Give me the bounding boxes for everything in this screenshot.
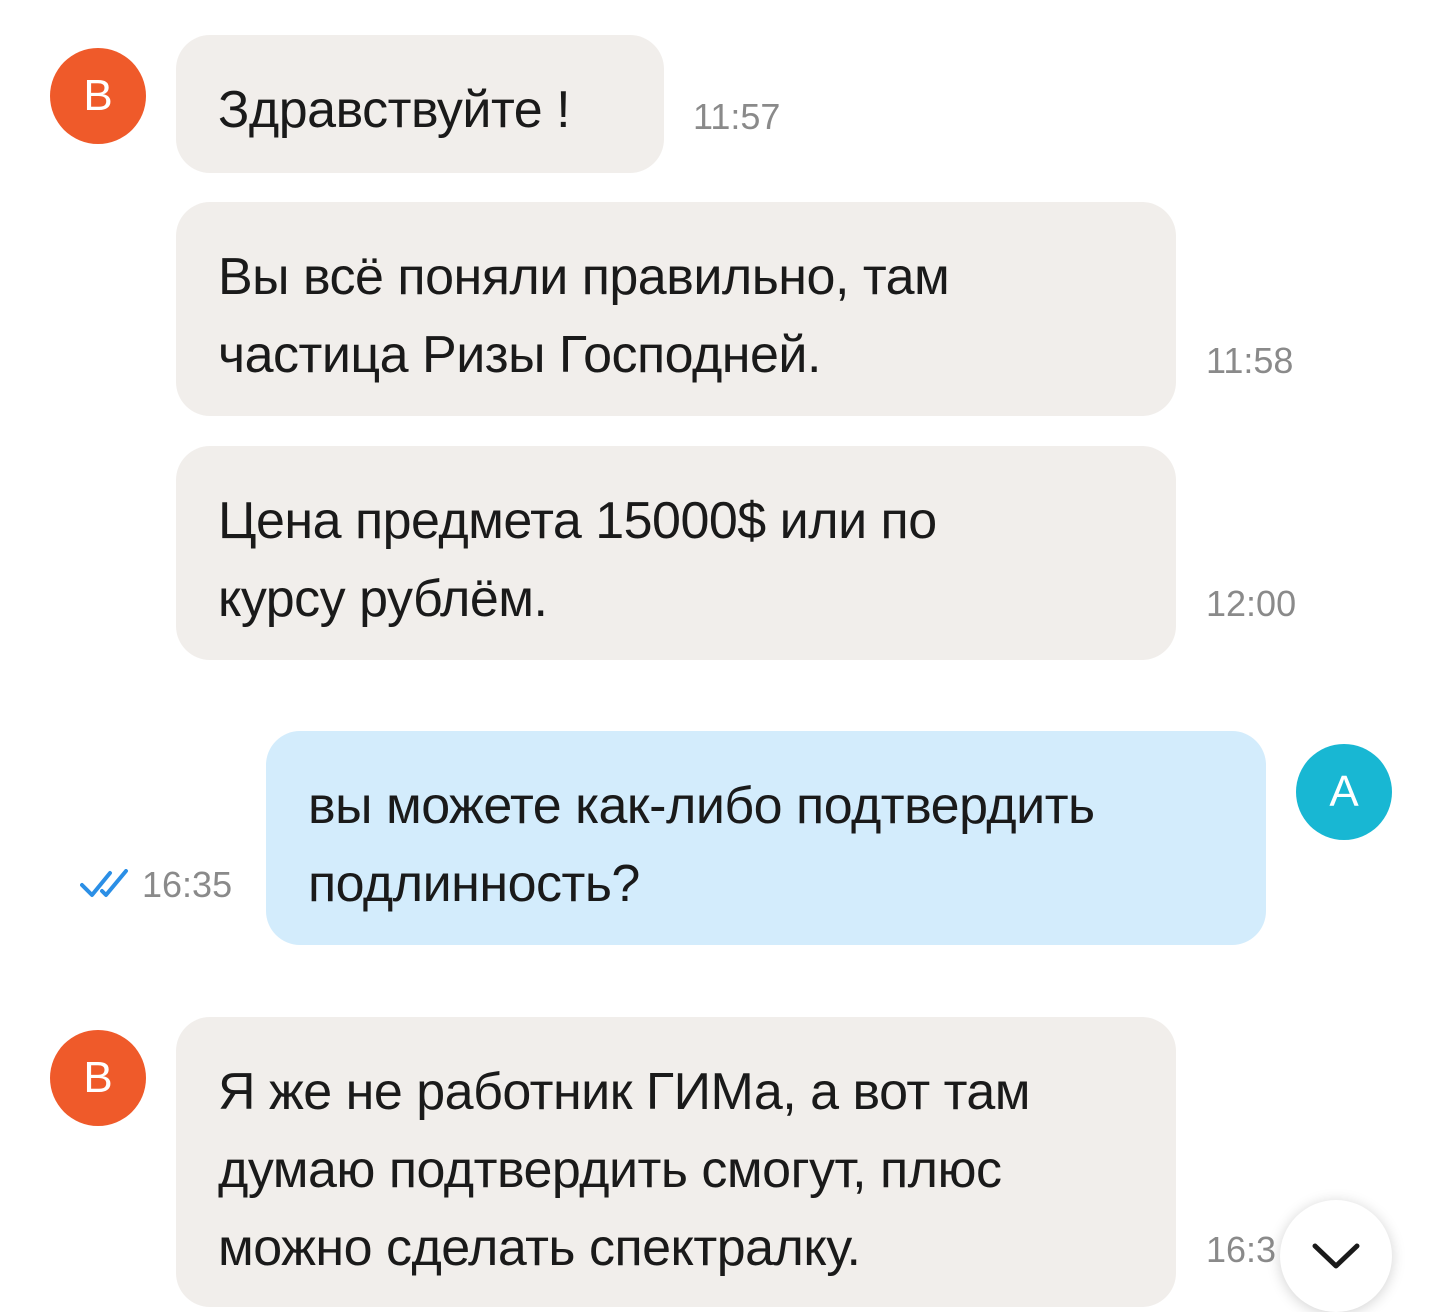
message-time: 11:57 xyxy=(693,96,781,137)
message-bubble[interactable]: Вы всё поняли правильно, там частица Риз… xyxy=(176,202,1176,416)
message-bubble[interactable]: вы можете как-либо подтвердить подлиннос… xyxy=(266,731,1266,945)
message-text: Я же не работник ГИМа, а вот там думаю п… xyxy=(218,1063,1031,1277)
chevron-down-icon xyxy=(1312,1243,1360,1269)
double-check-icon xyxy=(80,869,128,897)
message-text: Вы всё поняли правильно, там частица Риз… xyxy=(218,248,950,384)
scroll-to-bottom-button[interactable] xyxy=(1280,1200,1392,1312)
message-text: Цена предмета 15000$ или по курсу рублём… xyxy=(218,492,937,628)
message-time: 16:3 xyxy=(1206,1229,1277,1270)
message-time: 16:35 xyxy=(142,864,233,905)
message-text: Здравствуйте ! xyxy=(218,81,571,139)
avatar[interactable]: B xyxy=(50,1030,146,1126)
message-time: 11:58 xyxy=(1206,340,1294,381)
message-time: 12:00 xyxy=(1206,583,1297,624)
message-bubble[interactable]: Здравствуйте ! xyxy=(176,35,664,173)
message-bubble[interactable]: Я же не работник ГИМа, а вот там думаю п… xyxy=(176,1017,1176,1307)
message-bubble[interactable]: Цена предмета 15000$ или по курсу рублём… xyxy=(176,446,1176,660)
message-text: вы можете как-либо подтвердить подлиннос… xyxy=(308,777,1095,913)
avatar[interactable]: A xyxy=(1296,744,1392,840)
chat-history: B Здравствуйте ! 11:57 Вы всё поняли пра… xyxy=(0,0,1440,1312)
avatar[interactable]: B xyxy=(50,48,146,144)
